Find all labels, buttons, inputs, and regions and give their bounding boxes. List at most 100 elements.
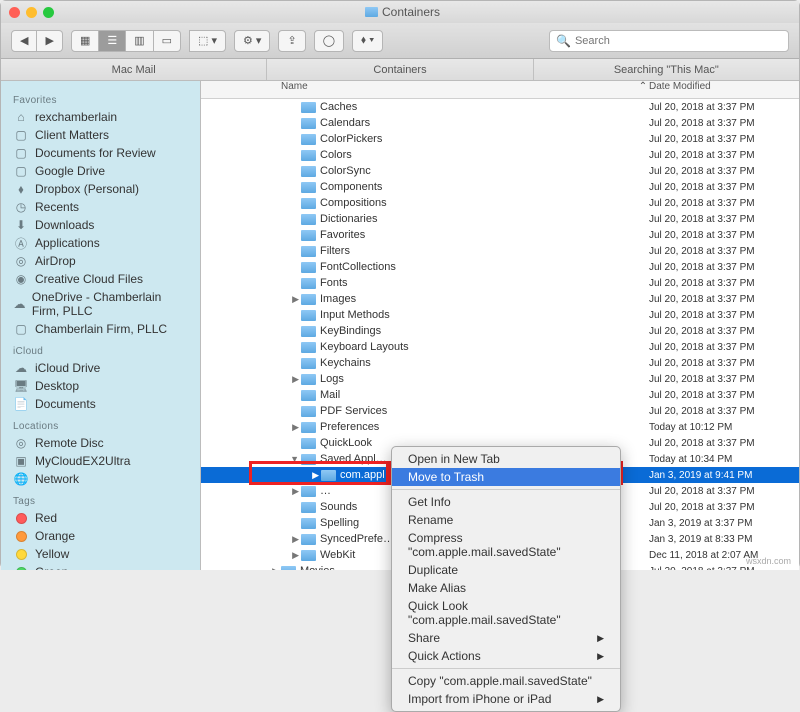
file-date: Jul 20, 2018 at 3:37 PM <box>649 246 799 257</box>
list-view-button[interactable]: ☰ <box>99 30 126 52</box>
folder-icon <box>301 454 316 465</box>
sidebar-item[interactable]: ▢Google Drive <box>1 162 200 180</box>
file-row[interactable]: FontsJul 20, 2018 at 3:37 PM <box>201 275 799 291</box>
sidebar-item[interactable]: ▢Chamberlain Firm, PLLC <box>1 320 200 338</box>
menu-item[interactable]: Get Info <box>392 493 620 511</box>
dropbox-button[interactable]: ⬧ ▾ <box>352 30 383 52</box>
disclosure-icon[interactable]: ▶ <box>292 422 299 433</box>
tags-button[interactable]: ◯ <box>314 30 344 52</box>
file-row[interactable]: CompositionsJul 20, 2018 at 3:37 PM <box>201 195 799 211</box>
file-date: Jul 20, 2018 at 3:37 PM <box>649 438 799 449</box>
disclosure-icon[interactable]: ▶ <box>292 486 299 497</box>
sidebar-item[interactable]: ☁iCloud Drive <box>1 359 200 377</box>
file-row[interactable]: ComponentsJul 20, 2018 at 3:37 PM <box>201 179 799 195</box>
file-row[interactable]: MailJul 20, 2018 at 3:37 PM <box>201 387 799 403</box>
file-name: Colors <box>320 149 649 161</box>
date-column[interactable]: Date Modified <box>649 81 799 98</box>
file-row[interactable]: KeyBindingsJul 20, 2018 at 3:37 PM <box>201 323 799 339</box>
disclosure-icon[interactable]: ▶ <box>312 470 319 481</box>
file-row[interactable]: FavoritesJul 20, 2018 at 3:37 PM <box>201 227 799 243</box>
path-item[interactable]: Mac Mail <box>1 59 267 80</box>
sidebar-item[interactable]: ▢Documents for Review <box>1 144 200 162</box>
file-row[interactable]: Keyboard LayoutsJul 20, 2018 at 3:37 PM <box>201 339 799 355</box>
file-row[interactable]: ▶LogsJul 20, 2018 at 3:37 PM <box>201 371 799 387</box>
file-row[interactable]: ColorPickersJul 20, 2018 at 3:37 PM <box>201 131 799 147</box>
sidebar-item[interactable]: ◉Creative Cloud Files <box>1 270 200 288</box>
file-date: Jul 20, 2018 at 3:37 PM <box>649 374 799 385</box>
menu-item[interactable]: Open in New Tab <box>392 450 620 468</box>
path-item[interactable]: Containers <box>267 59 533 80</box>
sidebar-item[interactable]: ⬧Dropbox (Personal) <box>1 180 200 198</box>
sidebar-item[interactable]: ⌂rexchamberlain <box>1 108 200 126</box>
action-button[interactable]: ⚙ ▾ <box>234 30 270 52</box>
file-row[interactable]: ▶PreferencesToday at 10:12 PM <box>201 419 799 435</box>
menu-item[interactable]: Share▶ <box>392 629 620 647</box>
file-row[interactable]: CachesJul 20, 2018 at 3:37 PM <box>201 99 799 115</box>
sidebar-item[interactable]: Yellow <box>1 545 200 563</box>
menu-item[interactable]: Import from iPhone or iPad▶ <box>392 690 620 708</box>
sidebar-item[interactable]: 🖥Desktop <box>1 377 200 395</box>
disclosure-icon[interactable]: ▶ <box>292 374 299 385</box>
sidebar-item-label: Network <box>35 472 79 486</box>
column-view-button[interactable]: ▥ <box>126 30 153 52</box>
sidebar-item-label: Orange <box>35 529 75 543</box>
sidebar-item[interactable]: 📄Documents <box>1 395 200 413</box>
search-input[interactable] <box>575 35 782 47</box>
share-button[interactable]: ⇪ <box>278 30 305 52</box>
back-button[interactable]: ◀ <box>11 30 37 52</box>
menu-item[interactable]: Make Alias <box>392 579 620 597</box>
menu-item[interactable]: Quick Look "com.apple.mail.savedState" <box>392 597 620 629</box>
path-item[interactable]: Searching "This Mac" <box>534 59 799 80</box>
disclosure-icon[interactable]: ▼ <box>290 454 299 464</box>
folder-icon <box>301 422 316 433</box>
menu-item[interactable]: Quick Actions▶ <box>392 647 620 665</box>
file-row[interactable]: ▶ImagesJul 20, 2018 at 3:37 PM <box>201 291 799 307</box>
menu-item[interactable]: Copy "com.apple.mail.savedState" <box>392 672 620 690</box>
tag-icon <box>13 511 29 525</box>
menu-item[interactable]: Duplicate <box>392 561 620 579</box>
file-name: Caches <box>320 101 649 113</box>
file-row[interactable]: KeychainsJul 20, 2018 at 3:37 PM <box>201 355 799 371</box>
disclosure-icon[interactable]: ▶ <box>272 566 279 571</box>
file-row[interactable]: ColorSyncJul 20, 2018 at 3:37 PM <box>201 163 799 179</box>
sidebar-item[interactable]: ▣MyCloudEX2Ultra <box>1 452 200 470</box>
zoom-icon[interactable] <box>43 7 54 18</box>
sidebar-item[interactable]: ◎Remote Disc <box>1 434 200 452</box>
sidebar-heading: iCloud <box>1 338 200 359</box>
name-column[interactable]: Name <box>201 81 637 98</box>
close-icon[interactable] <box>9 7 20 18</box>
minimize-icon[interactable] <box>26 7 37 18</box>
sidebar-item[interactable]: ◷Recents <box>1 198 200 216</box>
sidebar-item[interactable]: ◎AirDrop <box>1 252 200 270</box>
sidebar-item[interactable]: Orange <box>1 527 200 545</box>
sidebar-item[interactable]: ▢Client Matters <box>1 126 200 144</box>
menu-item[interactable]: Rename <box>392 511 620 529</box>
file-row[interactable]: CalendarsJul 20, 2018 at 3:37 PM <box>201 115 799 131</box>
disclosure-icon[interactable]: ▶ <box>292 294 299 305</box>
file-row[interactable]: Input MethodsJul 20, 2018 at 3:37 PM <box>201 307 799 323</box>
search-field[interactable]: 🔍 <box>549 30 789 52</box>
file-name: Images <box>320 293 649 305</box>
sidebar-item[interactable]: ⬇Downloads <box>1 216 200 234</box>
disclosure-icon[interactable]: ▶ <box>292 550 299 561</box>
sidebar-item[interactable]: Red <box>1 509 200 527</box>
file-name: Input Methods <box>320 309 649 321</box>
sidebar-item[interactable]: ⒶApplications <box>1 234 200 252</box>
menu-item[interactable]: Compress "com.apple.mail.savedState" <box>392 529 620 561</box>
arrange-button[interactable]: ⬚ ▾ <box>189 30 226 52</box>
menu-item[interactable]: Move to Trash <box>392 468 620 486</box>
sidebar-item-label: Recents <box>35 200 79 214</box>
gallery-view-button[interactable]: ▭ <box>154 30 181 52</box>
icon-view-button[interactable]: ▦ <box>71 30 99 52</box>
title-text: Containers <box>382 5 440 19</box>
file-row[interactable]: FiltersJul 20, 2018 at 3:37 PM <box>201 243 799 259</box>
file-row[interactable]: PDF ServicesJul 20, 2018 at 3:37 PM <box>201 403 799 419</box>
sidebar-item[interactable]: ☁OneDrive - Chamberlain Firm, PLLC <box>1 288 200 320</box>
sidebar-item[interactable]: 🌐Network <box>1 470 200 488</box>
menu-item-label: Duplicate <box>408 563 458 577</box>
forward-button[interactable]: ▶ <box>37 30 62 52</box>
file-row[interactable]: FontCollectionsJul 20, 2018 at 3:37 PM <box>201 259 799 275</box>
file-row[interactable]: DictionariesJul 20, 2018 at 3:37 PM <box>201 211 799 227</box>
disclosure-icon[interactable]: ▶ <box>292 534 299 545</box>
file-row[interactable]: ColorsJul 20, 2018 at 3:37 PM <box>201 147 799 163</box>
